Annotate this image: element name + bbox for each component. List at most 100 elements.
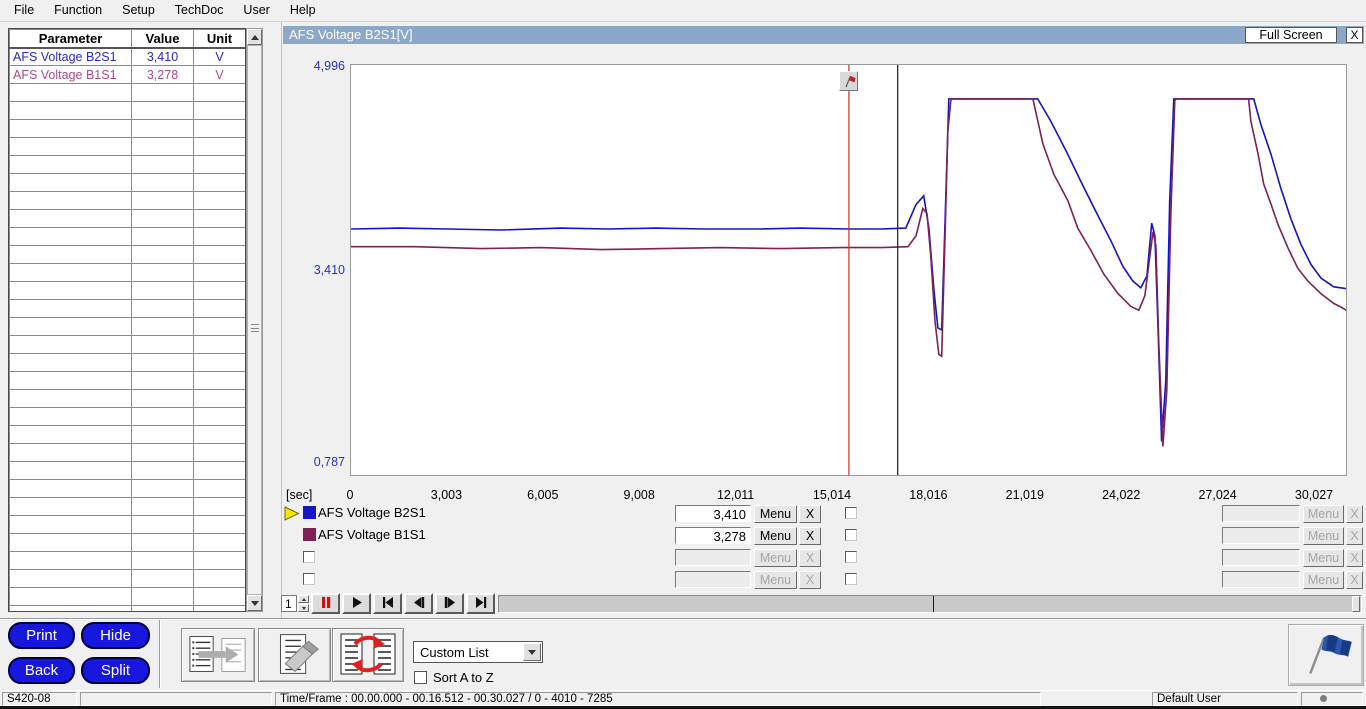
scroll-up-arrow-icon[interactable]: [247, 29, 262, 45]
table-row-empty[interactable]: [10, 336, 246, 354]
table-row[interactable]: AFS Voltage B2S13,410V: [10, 48, 246, 66]
legend-mid-checkbox[interactable]: [845, 507, 857, 519]
menu-item-help[interactable]: Help: [280, 0, 326, 22]
copy-list-button[interactable]: [181, 628, 255, 682]
full-screen-button[interactable]: Full Screen: [1245, 27, 1337, 43]
empty-cell: [194, 300, 246, 318]
table-row-empty[interactable]: [10, 246, 246, 264]
menu-item-function[interactable]: Function: [44, 0, 112, 22]
table-row-empty[interactable]: [10, 552, 246, 570]
legend-menu-button[interactable]: Menu: [754, 505, 797, 523]
scroll-down-arrow-icon[interactable]: [247, 595, 262, 611]
table-row[interactable]: AFS Voltage B1S13,278V: [10, 66, 246, 84]
x-tick-label: 21,019: [990, 488, 1060, 502]
x-tick-label: 0: [315, 488, 385, 502]
parameter-table-scrollbar[interactable]: [246, 28, 263, 612]
play-button[interactable]: [342, 593, 371, 614]
empty-cell: [10, 264, 132, 282]
table-row-empty[interactable]: [10, 372, 246, 390]
frame-spinner-value[interactable]: 1: [281, 595, 297, 612]
empty-cell: [10, 300, 132, 318]
legend-color-swatch: [303, 528, 316, 541]
table-row-empty[interactable]: [10, 444, 246, 462]
table-row-empty[interactable]: [10, 210, 246, 228]
menu-item-setup[interactable]: Setup: [112, 0, 165, 22]
table-row-empty[interactable]: [10, 174, 246, 192]
legend-close-button[interactable]: X: [799, 505, 821, 523]
table-row-empty[interactable]: [10, 156, 246, 174]
spinner-up-icon[interactable]: [298, 595, 309, 603]
pause-button[interactable]: [311, 593, 340, 614]
table-row-empty[interactable]: [10, 318, 246, 336]
table-row-empty[interactable]: [10, 390, 246, 408]
legend-value-field[interactable]: 3,278: [675, 527, 751, 544]
chart-plot-area[interactable]: [350, 64, 1347, 476]
table-row-empty[interactable]: [10, 120, 246, 138]
empty-cell: [10, 84, 132, 102]
legend-value-field[interactable]: [675, 571, 751, 588]
table-row-empty[interactable]: [10, 228, 246, 246]
legend-left-checkbox[interactable]: [303, 573, 315, 585]
playback-track-end-thumb[interactable]: [1352, 596, 1360, 612]
sort-a-to-z-checkbox[interactable]: [414, 671, 427, 684]
table-row-empty[interactable]: [10, 588, 246, 606]
chart-close-button[interactable]: X: [1346, 27, 1363, 43]
menu-item-user[interactable]: User: [233, 0, 279, 22]
step-forward-button[interactable]: [435, 593, 464, 614]
step-back-button[interactable]: [404, 593, 433, 614]
table-row-empty[interactable]: [10, 282, 246, 300]
dropdown-arrow-icon[interactable]: [523, 643, 541, 661]
flag-button[interactable]: [1288, 624, 1364, 686]
table-row-empty[interactable]: [10, 462, 246, 480]
skip-end-button[interactable]: [466, 593, 495, 614]
empty-cell: [10, 444, 132, 462]
legend-mid-checkbox[interactable]: [845, 529, 857, 541]
playback-position-track[interactable]: [498, 595, 1362, 613]
scrollbar-thumb[interactable]: [247, 45, 262, 595]
legend-mid-checkbox[interactable]: [845, 551, 857, 563]
table-row-empty[interactable]: [10, 498, 246, 516]
table-row-empty[interactable]: [10, 516, 246, 534]
legend-mid-checkbox[interactable]: [845, 573, 857, 585]
table-row-empty[interactable]: [10, 102, 246, 120]
legend-value-field[interactable]: [675, 549, 751, 566]
table-row-empty[interactable]: [10, 354, 246, 372]
empty-cell: [132, 408, 194, 426]
erase-list-button[interactable]: [258, 628, 331, 682]
table-row-empty[interactable]: [10, 84, 246, 102]
empty-cell: [132, 552, 194, 570]
playback-position-marker[interactable]: [933, 596, 934, 612]
swap-lists-button[interactable]: [332, 628, 404, 682]
table-row-empty[interactable]: [10, 480, 246, 498]
status-bar: S420-08 Time/Frame : 00.00.000 - 00.16.5…: [0, 690, 1366, 706]
split-button[interactable]: Split: [81, 657, 150, 684]
empty-cell: [10, 228, 132, 246]
menu-item-techdoc[interactable]: TechDoc: [165, 0, 234, 22]
table-row-empty[interactable]: [10, 192, 246, 210]
legend-value-field[interactable]: 3,410: [675, 505, 751, 522]
legend-menu-button[interactable]: Menu: [754, 527, 797, 545]
legend-close-button[interactable]: X: [799, 527, 821, 545]
table-row-empty[interactable]: [10, 426, 246, 444]
legend-left-checkbox[interactable]: [303, 551, 315, 563]
list-select-dropdown[interactable]: Custom List: [413, 641, 543, 663]
empty-cell: [10, 138, 132, 156]
spinner-down-icon[interactable]: [298, 604, 309, 612]
table-row-empty[interactable]: [10, 138, 246, 156]
table-row-empty[interactable]: [10, 534, 246, 552]
print-button[interactable]: Print: [8, 622, 75, 649]
hide-button[interactable]: Hide: [81, 622, 150, 649]
table-row-empty[interactable]: [10, 570, 246, 588]
skip-start-button[interactable]: [373, 593, 402, 614]
empty-cell: [194, 606, 246, 613]
back-button[interactable]: Back: [8, 657, 75, 684]
table-row-empty[interactable]: [10, 606, 246, 613]
table-row-empty[interactable]: [10, 408, 246, 426]
x-tick-label: 9,008: [604, 488, 674, 502]
empty-cell: [10, 588, 132, 606]
cursor-flag-marker-icon[interactable]: [839, 71, 858, 91]
table-row-empty[interactable]: [10, 300, 246, 318]
table-row-empty[interactable]: [10, 264, 246, 282]
menu-item-file[interactable]: File: [4, 0, 44, 22]
empty-cell: [10, 534, 132, 552]
